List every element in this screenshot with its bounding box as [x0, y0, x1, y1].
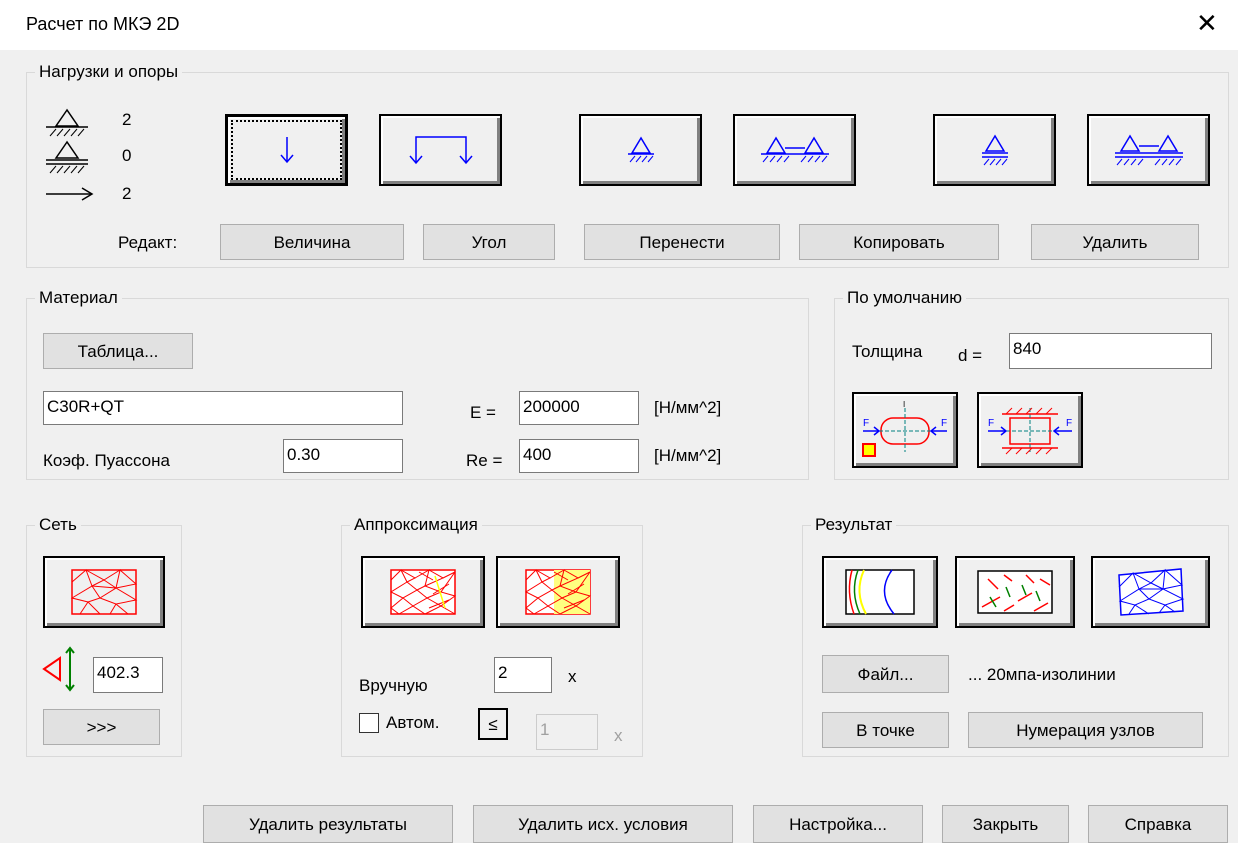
e-unit: [Н/мм^2] [654, 398, 722, 417]
result-legend: Результат [811, 516, 897, 534]
linear-approx-button[interactable] [361, 556, 485, 628]
title-bar: Расчет по МКЭ 2D ✕ [0, 0, 1246, 50]
force-count: 2 [122, 184, 132, 203]
stress-vectors-icon [977, 570, 1053, 614]
point-load-button[interactable] [225, 114, 348, 186]
settings-button[interactable]: Настройка... [753, 805, 923, 843]
help-button[interactable]: Справка [1088, 805, 1228, 843]
sliding-support-pair-button[interactable] [1087, 114, 1210, 186]
mesh-icon [70, 568, 138, 615]
sliding-support-icon [46, 140, 88, 174]
e-modulus-field[interactable]: 200000 [519, 391, 639, 425]
fixed-support-icon [627, 136, 654, 163]
delete-initial-conditions-button[interactable]: Удалить исх. условия [473, 805, 733, 843]
fixed-support-pair-icon [760, 136, 829, 163]
auto-factor-field[interactable]: 1 [536, 714, 598, 750]
node-numbering-button[interactable]: Нумерация узлов [968, 712, 1203, 748]
at-point-button[interactable]: В точке [822, 712, 949, 748]
plane-strain-icon: F F [988, 407, 1072, 455]
svg-text:F: F [941, 418, 947, 429]
fixed-support-count: 2 [122, 110, 132, 129]
file-button[interactable]: Файл... [822, 655, 949, 693]
approximation-legend: Аппроксимация [350, 516, 482, 534]
delete-results-button[interactable]: Удалить результаты [203, 805, 453, 843]
edit-copy-button[interactable]: Копировать [799, 224, 999, 260]
quadratic-mesh-icon [524, 568, 592, 615]
close-button[interactable]: Закрыть [942, 805, 1069, 843]
element-size-field[interactable]: 402.3 [93, 657, 163, 693]
auto-checkbox[interactable] [359, 713, 379, 733]
vectors-button[interactable] [955, 556, 1075, 628]
plane-stress-button[interactable]: F F I [852, 392, 958, 468]
edit-move-button[interactable]: Перенести [584, 224, 780, 260]
fixed-support-button[interactable] [579, 114, 702, 186]
material-name-field[interactable]: C30R+QT [43, 391, 403, 425]
svg-text:I: I [903, 400, 905, 409]
sliding-support-count: 0 [122, 146, 132, 165]
svg-text:F: F [988, 418, 994, 429]
quadratic-approx-button[interactable] [496, 556, 620, 628]
fixed-support-pair-button[interactable] [733, 114, 856, 186]
isolines-icon [845, 569, 915, 615]
edit-angle-button[interactable]: Угол [423, 224, 555, 260]
mesh-legend: Сеть [35, 516, 81, 534]
e-label: E = [470, 403, 496, 422]
re-unit: [Н/мм^2] [654, 446, 722, 465]
table-button[interactable]: Таблица... [43, 333, 193, 369]
fixed-support-icon [46, 108, 88, 137]
poisson-field[interactable]: 0.30 [283, 439, 403, 473]
mesh-more-button[interactable]: >>> [43, 709, 160, 745]
auto-unit: x [614, 726, 623, 745]
distributed-load-button[interactable] [379, 114, 502, 186]
sliding-support-pair-icon [1114, 134, 1183, 166]
poisson-label: Коэф. Пуассона [43, 451, 170, 470]
thickness-label: Толщина [852, 342, 923, 361]
re-field[interactable]: 400 [519, 439, 639, 473]
re-label: Re = [466, 451, 503, 470]
deformed-mesh-button[interactable] [1091, 556, 1210, 628]
plane-stress-icon: F F I [862, 400, 947, 457]
mesh-generate-button[interactable] [43, 556, 165, 628]
d-label: d = [958, 346, 983, 365]
element-size-icon [42, 646, 75, 692]
deformed-mesh-icon [1117, 568, 1184, 616]
edit-delete-button[interactable]: Удалить [1031, 224, 1199, 260]
material-legend: Материал [35, 289, 122, 307]
close-icon[interactable]: ✕ [1196, 8, 1218, 38]
point-load-icon [279, 137, 294, 164]
force-arrow-icon [46, 187, 94, 201]
svg-text:F: F [863, 418, 869, 429]
svg-text:F: F [1066, 418, 1072, 429]
sliding-support-icon [981, 134, 1008, 166]
defaults-legend: По умолчанию [843, 289, 966, 307]
edit-value-button[interactable]: Величина [220, 224, 404, 260]
manual-unit: x [568, 667, 577, 686]
manual-label: Вручную [359, 676, 428, 695]
result-file-name: ... 20мпа-изолинии [968, 665, 1116, 684]
plane-strain-button[interactable]: F F [977, 392, 1083, 468]
sliding-support-button[interactable] [933, 114, 1056, 186]
distributed-load-icon [408, 136, 473, 165]
manual-factor-field[interactable]: 2 [494, 657, 552, 693]
window-title: Расчет по МКЭ 2D [26, 14, 180, 34]
le-toggle-button[interactable]: ≤ [478, 708, 508, 740]
loads-legend: Нагрузки и опоры [35, 63, 183, 81]
linear-mesh-icon [389, 568, 457, 615]
isolines-button[interactable] [822, 556, 938, 628]
auto-label: Автом. [386, 713, 440, 732]
thickness-field[interactable]: 840 [1009, 333, 1212, 369]
edit-label: Редакт: [118, 233, 178, 252]
window-edge [1238, 50, 1246, 843]
